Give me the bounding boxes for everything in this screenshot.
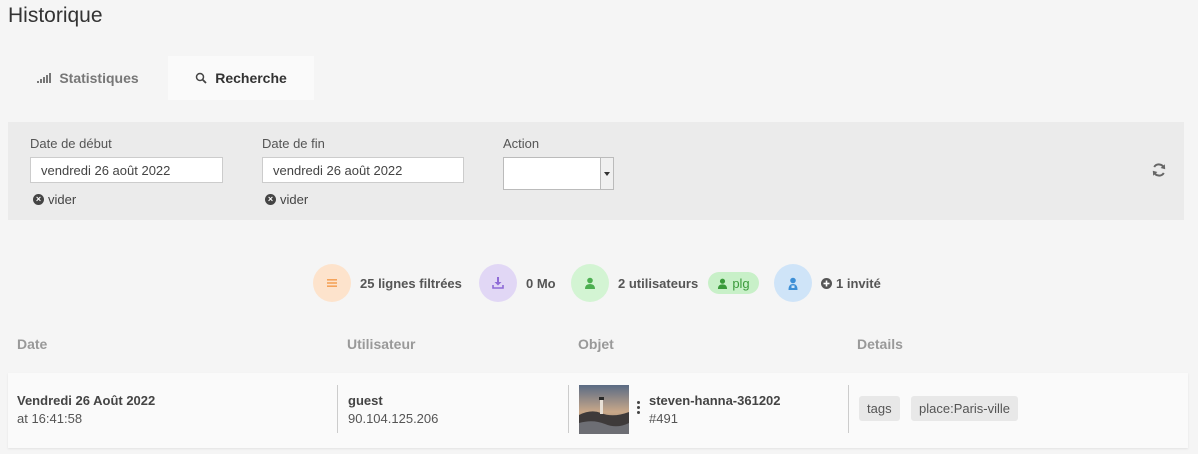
detail-tag-place[interactable]: place:Paris-ville	[911, 396, 1019, 421]
object-menu-button[interactable]	[636, 401, 642, 417]
clear-label: vider	[280, 192, 309, 207]
user-icon	[571, 264, 609, 302]
row-date: Vendredi 26 Août 2022	[17, 393, 156, 408]
user-pill-plg[interactable]: plg	[708, 272, 759, 294]
row-object-name[interactable]: steven-hanna-361202	[649, 393, 781, 408]
column-header-user: Utilisateur	[347, 336, 416, 352]
start-date-input[interactable]	[30, 157, 223, 183]
row-object-id: #491	[649, 411, 678, 426]
signal-bars-icon	[37, 73, 52, 83]
object-thumbnail[interactable]	[579, 385, 629, 434]
row-user[interactable]: guest	[348, 393, 383, 408]
user-pill-label: plg	[732, 275, 750, 291]
refresh-icon	[1152, 163, 1166, 177]
tab-bar: Statistiques Recherche	[0, 56, 1198, 100]
column-header-object: Objet	[578, 336, 614, 352]
chevron-down-icon	[600, 158, 613, 189]
row-time: at 16:41:58	[17, 411, 83, 426]
size-total: 0 Mo	[526, 275, 556, 291]
page-title: Historique	[8, 4, 103, 27]
column-header-date: Date	[17, 336, 48, 352]
list-icon	[313, 264, 351, 302]
clear-label: vider	[48, 192, 77, 207]
tab-label: Recherche	[215, 70, 287, 86]
action-label: Action	[503, 136, 540, 151]
end-date-input[interactable]	[262, 157, 464, 183]
column-divider	[568, 385, 569, 433]
guests-count: 1 invité	[836, 275, 881, 291]
summary-lines: 25 lignes filtrées	[313, 264, 462, 302]
plus-circle-icon	[821, 277, 832, 289]
tab-statistiques[interactable]: Statistiques	[18, 56, 158, 100]
filter-panel: Date de début × vider Date de fin × vide…	[8, 122, 1184, 220]
close-circle-icon: ×	[265, 194, 276, 205]
close-circle-icon: ×	[33, 194, 44, 205]
start-date-clear-button[interactable]: × vider	[33, 192, 76, 207]
refresh-button[interactable]	[1151, 162, 1169, 180]
user-icon	[718, 278, 728, 289]
summary-guests: 1 invité	[774, 264, 881, 302]
start-date-label: Date de début	[30, 136, 112, 151]
summary-size: 0 Mo	[479, 264, 556, 302]
search-icon	[195, 72, 207, 84]
users-count: 2 utilisateurs	[618, 275, 699, 291]
end-date-clear-button[interactable]: × vider	[265, 192, 308, 207]
end-date-label: Date de fin	[262, 136, 325, 151]
download-icon	[479, 264, 517, 302]
column-header-details: Details	[857, 336, 903, 352]
summary-users: 2 utilisateurs	[571, 264, 698, 302]
column-divider	[848, 385, 849, 433]
tab-label: Statistiques	[59, 70, 139, 86]
row-ip: 90.104.125.206	[348, 411, 439, 426]
guest-icon	[774, 264, 812, 302]
history-page: Historique Statistiques Recherche Date d…	[0, 0, 1198, 454]
tab-recherche[interactable]: Recherche	[168, 56, 314, 100]
action-select[interactable]	[503, 157, 614, 190]
lines-count: 25 lignes filtrées	[360, 275, 462, 291]
column-divider	[337, 385, 338, 433]
table-row: Vendredi 26 Août 2022 at 16:41:58 guest …	[8, 373, 1188, 448]
detail-tag-tags[interactable]: tags	[859, 396, 900, 421]
